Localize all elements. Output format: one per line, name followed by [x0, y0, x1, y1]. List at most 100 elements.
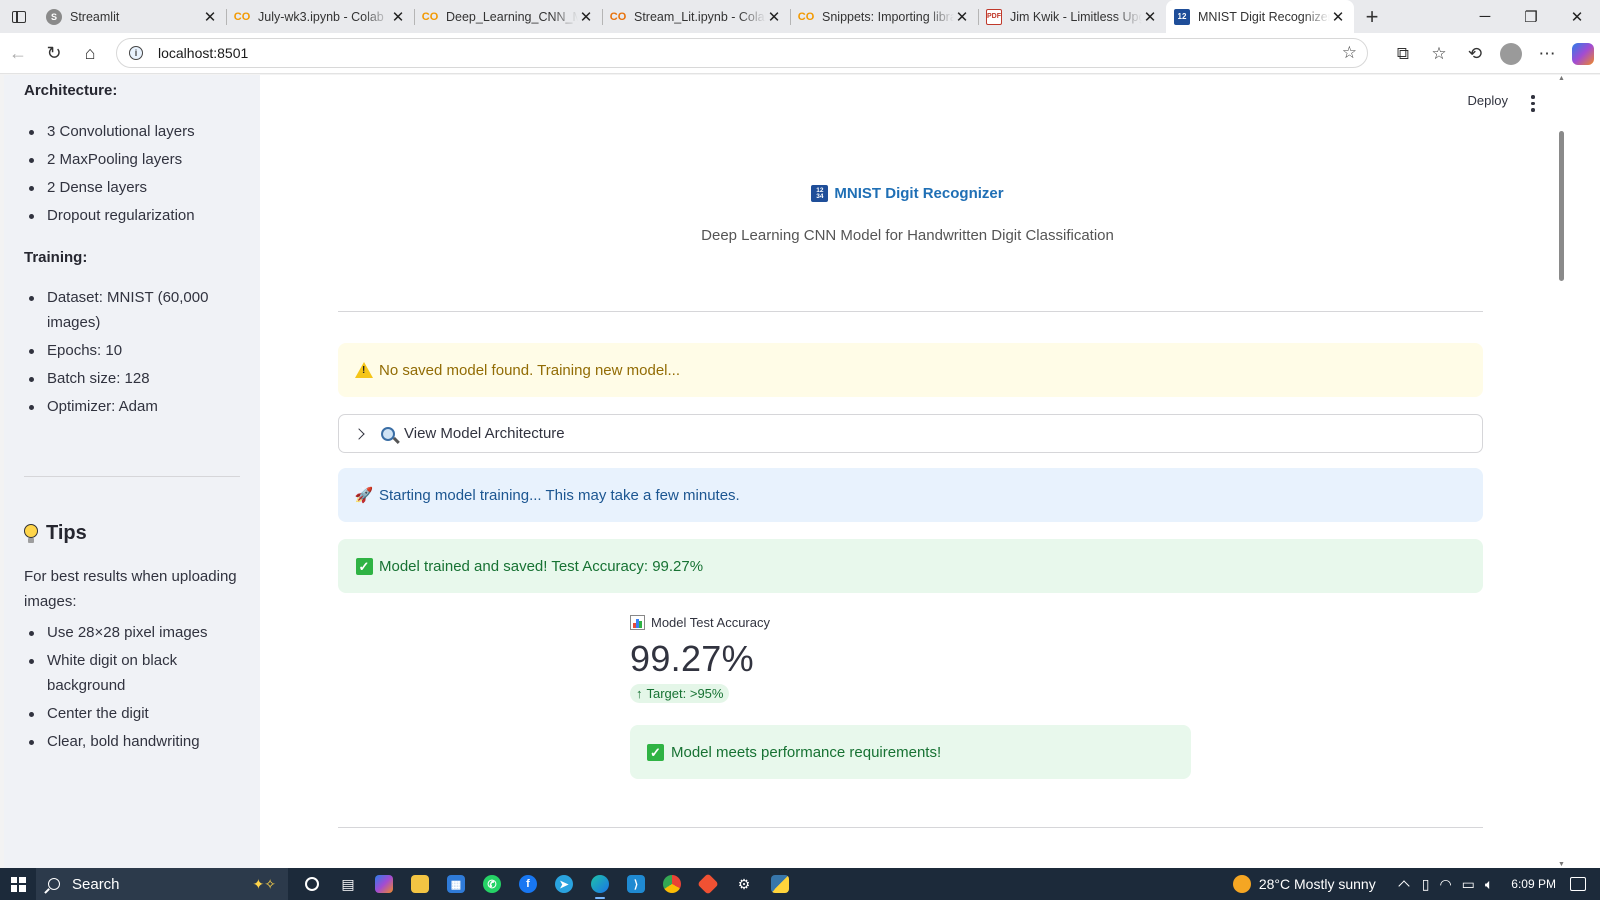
bar-chart-icon	[630, 615, 645, 630]
whatsapp-icon[interactable]: ✆	[474, 868, 510, 900]
colab-favicon-icon: CO	[797, 10, 815, 23]
sparkle-icon: ✦✧	[252, 875, 276, 892]
home-icon[interactable]: ⌂	[72, 35, 108, 71]
deploy-button[interactable]: Deploy	[1468, 93, 1508, 108]
facebook-icon[interactable]: f	[510, 868, 546, 900]
training-heading: Training:	[24, 249, 88, 266]
model-architecture-expander[interactable]: View Model Architecture	[338, 414, 1483, 453]
taskbar-apps: ▤ ▦ ✆ f ➤ ⟩ ⚙	[294, 868, 798, 900]
copilot-icon[interactable]	[1572, 43, 1594, 65]
battery-icon[interactable]: ▭	[1462, 876, 1475, 893]
cortana-icon[interactable]	[294, 868, 330, 900]
tab-title: July-wk3.ipynb - Colab	[258, 9, 384, 24]
back-icon[interactable]: ←	[0, 35, 36, 71]
phone-link-icon[interactable]: ▯	[1422, 876, 1430, 893]
browser-tab-active[interactable]: 12 MNIST Digit Recognizer ✕	[1166, 0, 1354, 33]
scroll-down-icon[interactable]: ▼	[1558, 861, 1565, 868]
refresh-icon[interactable]: ↻	[36, 35, 72, 71]
restore-icon[interactable]: ❐	[1508, 0, 1554, 33]
accuracy-metric: Model Test Accuracy 99.27% ↑ Target: >95…	[630, 615, 770, 703]
colab-favicon-icon: CO	[609, 10, 627, 23]
arrow-up-icon: ↑	[636, 686, 643, 701]
search-label: Search	[72, 875, 120, 893]
history-icon[interactable]: ⟲	[1457, 36, 1493, 72]
browser-tab[interactable]: CO July-wk3.ipynb - Colab ✕	[226, 0, 414, 33]
weather-icon	[1232, 875, 1251, 893]
close-tab-icon[interactable]: ✕	[202, 8, 218, 26]
browser-tab[interactable]: PDF Jim Kwik - Limitless Upg ✕	[978, 0, 1166, 33]
pdf-favicon-icon: PDF	[986, 8, 1002, 25]
scroll-up-icon[interactable]: ▲	[1558, 75, 1565, 82]
tab-title: Snippets: Importing libra	[822, 9, 954, 24]
close-tab-icon[interactable]: ✕	[1330, 8, 1346, 26]
scrollbar-thumb[interactable]	[1559, 131, 1564, 281]
list-item: Dataset: MNIST (60,000 images)	[24, 285, 249, 335]
task-view-icon[interactable]: ▤	[330, 868, 366, 900]
favorites-icon[interactable]: ☆	[1421, 36, 1457, 72]
notifications-icon[interactable]	[1570, 877, 1586, 891]
volume-icon[interactable]: 🔈︎	[1485, 876, 1493, 893]
store-icon[interactable]: ▦	[438, 868, 474, 900]
list-item: 3 Convolutional layers	[24, 119, 249, 144]
requirements-success-alert: ✓ Model meets performance requirements!	[630, 725, 1191, 779]
metric-label: Model Test Accuracy	[630, 615, 770, 630]
success-alert: ✓ Model trained and saved! Test Accuracy…	[338, 539, 1483, 593]
taskbar-search[interactable]: Search ✦✧	[36, 868, 288, 900]
browser-tab[interactable]: S Streamlit ✕	[38, 0, 226, 33]
windows-icon	[10, 876, 26, 892]
settings-gear-icon[interactable]: ⚙	[726, 868, 762, 900]
close-tab-icon[interactable]: ✕	[1142, 8, 1158, 26]
close-tab-icon[interactable]: ✕	[578, 8, 594, 26]
chevron-up-icon[interactable]	[1398, 880, 1410, 892]
close-tab-icon[interactable]: ✕	[766, 8, 782, 26]
edge-icon[interactable]	[582, 868, 618, 900]
sidebar-divider	[24, 476, 240, 477]
file-explorer-icon[interactable]	[402, 868, 438, 900]
browser-tab[interactable]: CO Stream_Lit.ipynb - Colab ✕	[602, 0, 790, 33]
search-icon	[48, 878, 60, 890]
tab-actions-button[interactable]	[0, 0, 38, 33]
new-tab-button[interactable]: +	[1354, 4, 1390, 30]
close-window-icon[interactable]: ✕	[1554, 0, 1600, 33]
close-tab-icon[interactable]: ✕	[390, 8, 406, 26]
architecture-heading: Architecture:	[24, 82, 118, 99]
mnist-favicon-icon: 12	[1174, 8, 1190, 25]
sidebar: Architecture: 3 Convolutional layers 2 M…	[4, 75, 260, 868]
main-menu-icon[interactable]	[1531, 95, 1535, 112]
list-item: 2 Dense layers	[24, 175, 249, 200]
warning-icon	[355, 362, 373, 378]
profile-avatar[interactable]	[1500, 43, 1522, 65]
page-title: 12 34 MNIST Digit Recognizer	[260, 185, 1555, 202]
main-content: Deploy 12 34 MNIST Digit Recognizer Deep …	[260, 75, 1555, 868]
copilot-app-icon[interactable]	[366, 868, 402, 900]
list-item: Use 28×28 pixel images	[24, 620, 249, 645]
weather-text[interactable]: 28°C Mostly sunny	[1259, 876, 1376, 892]
telegram-icon[interactable]: ➤	[546, 868, 582, 900]
clock[interactable]: 6:09 PM	[1511, 877, 1556, 891]
metric-delta-text: Target: >95%	[646, 686, 724, 701]
chrome-icon[interactable]	[654, 868, 690, 900]
tips-heading: Tips	[24, 522, 87, 545]
metric-label-text: Model Test Accuracy	[651, 615, 770, 630]
address-bar[interactable]: i localhost:8501 ☆	[116, 38, 1368, 68]
minimize-icon[interactable]: ─	[1462, 0, 1508, 33]
divider	[338, 311, 1483, 312]
close-tab-icon[interactable]: ✕	[954, 8, 970, 26]
git-icon[interactable]	[690, 868, 726, 900]
python-idle-icon[interactable]	[762, 868, 798, 900]
page-title-text: MNIST Digit Recognizer	[834, 185, 1004, 202]
vscode-icon[interactable]: ⟩	[618, 868, 654, 900]
warning-text: No saved model found. Training new model…	[379, 361, 681, 379]
list-item: Clear, bold handwriting	[24, 729, 249, 754]
wifi-icon[interactable]: ◠	[1439, 876, 1451, 893]
site-info-icon[interactable]: i	[129, 46, 143, 60]
favorite-star-icon[interactable]: ☆	[1342, 43, 1357, 63]
more-menu-icon[interactable]: ⋯	[1529, 36, 1565, 72]
extensions-icon[interactable]: ⧉	[1385, 36, 1421, 72]
start-button[interactable]	[0, 868, 36, 900]
tab-title: Deep_Learning_CNN_Mo	[446, 9, 578, 24]
browser-tab[interactable]: CO Snippets: Importing libra ✕	[790, 0, 978, 33]
streamlit-favicon-icon: S	[46, 8, 62, 25]
browser-tab[interactable]: CO Deep_Learning_CNN_Mo ✕	[414, 0, 602, 33]
vertical-scrollbar[interactable]: ▲ ▼	[1555, 75, 1568, 868]
